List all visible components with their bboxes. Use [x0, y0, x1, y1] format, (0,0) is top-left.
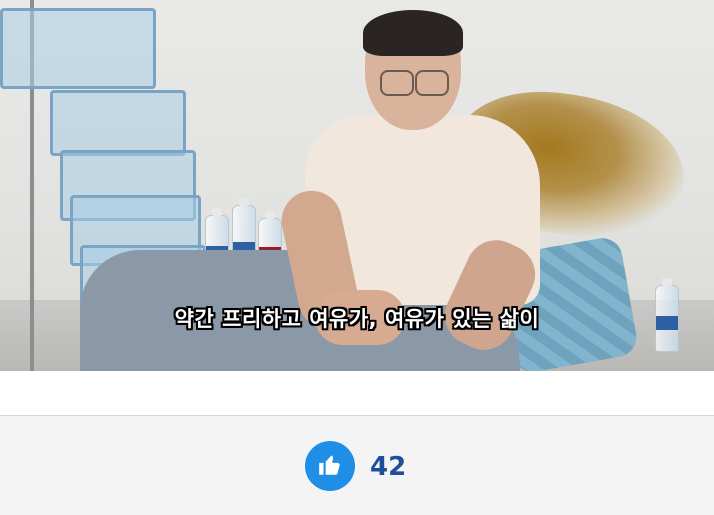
- glasses-lens-right: [415, 70, 449, 96]
- reaction-bar: 42: [0, 416, 714, 515]
- storage-bin: [50, 90, 186, 156]
- like-button[interactable]: [305, 441, 355, 491]
- glasses-lens-left: [380, 70, 414, 96]
- video-frame[interactable]: 약간 프리하고 여유가, 여유가 있는 삶이: [0, 0, 714, 371]
- storage-bin: [0, 8, 156, 89]
- content-gap: [0, 371, 714, 415]
- like-count: 42: [370, 452, 407, 482]
- hair: [363, 10, 463, 56]
- thumbs-up-icon: [319, 455, 340, 475]
- video-subtitle: 약간 프리하고 여유가, 여유가 있는 삶이: [174, 307, 540, 331]
